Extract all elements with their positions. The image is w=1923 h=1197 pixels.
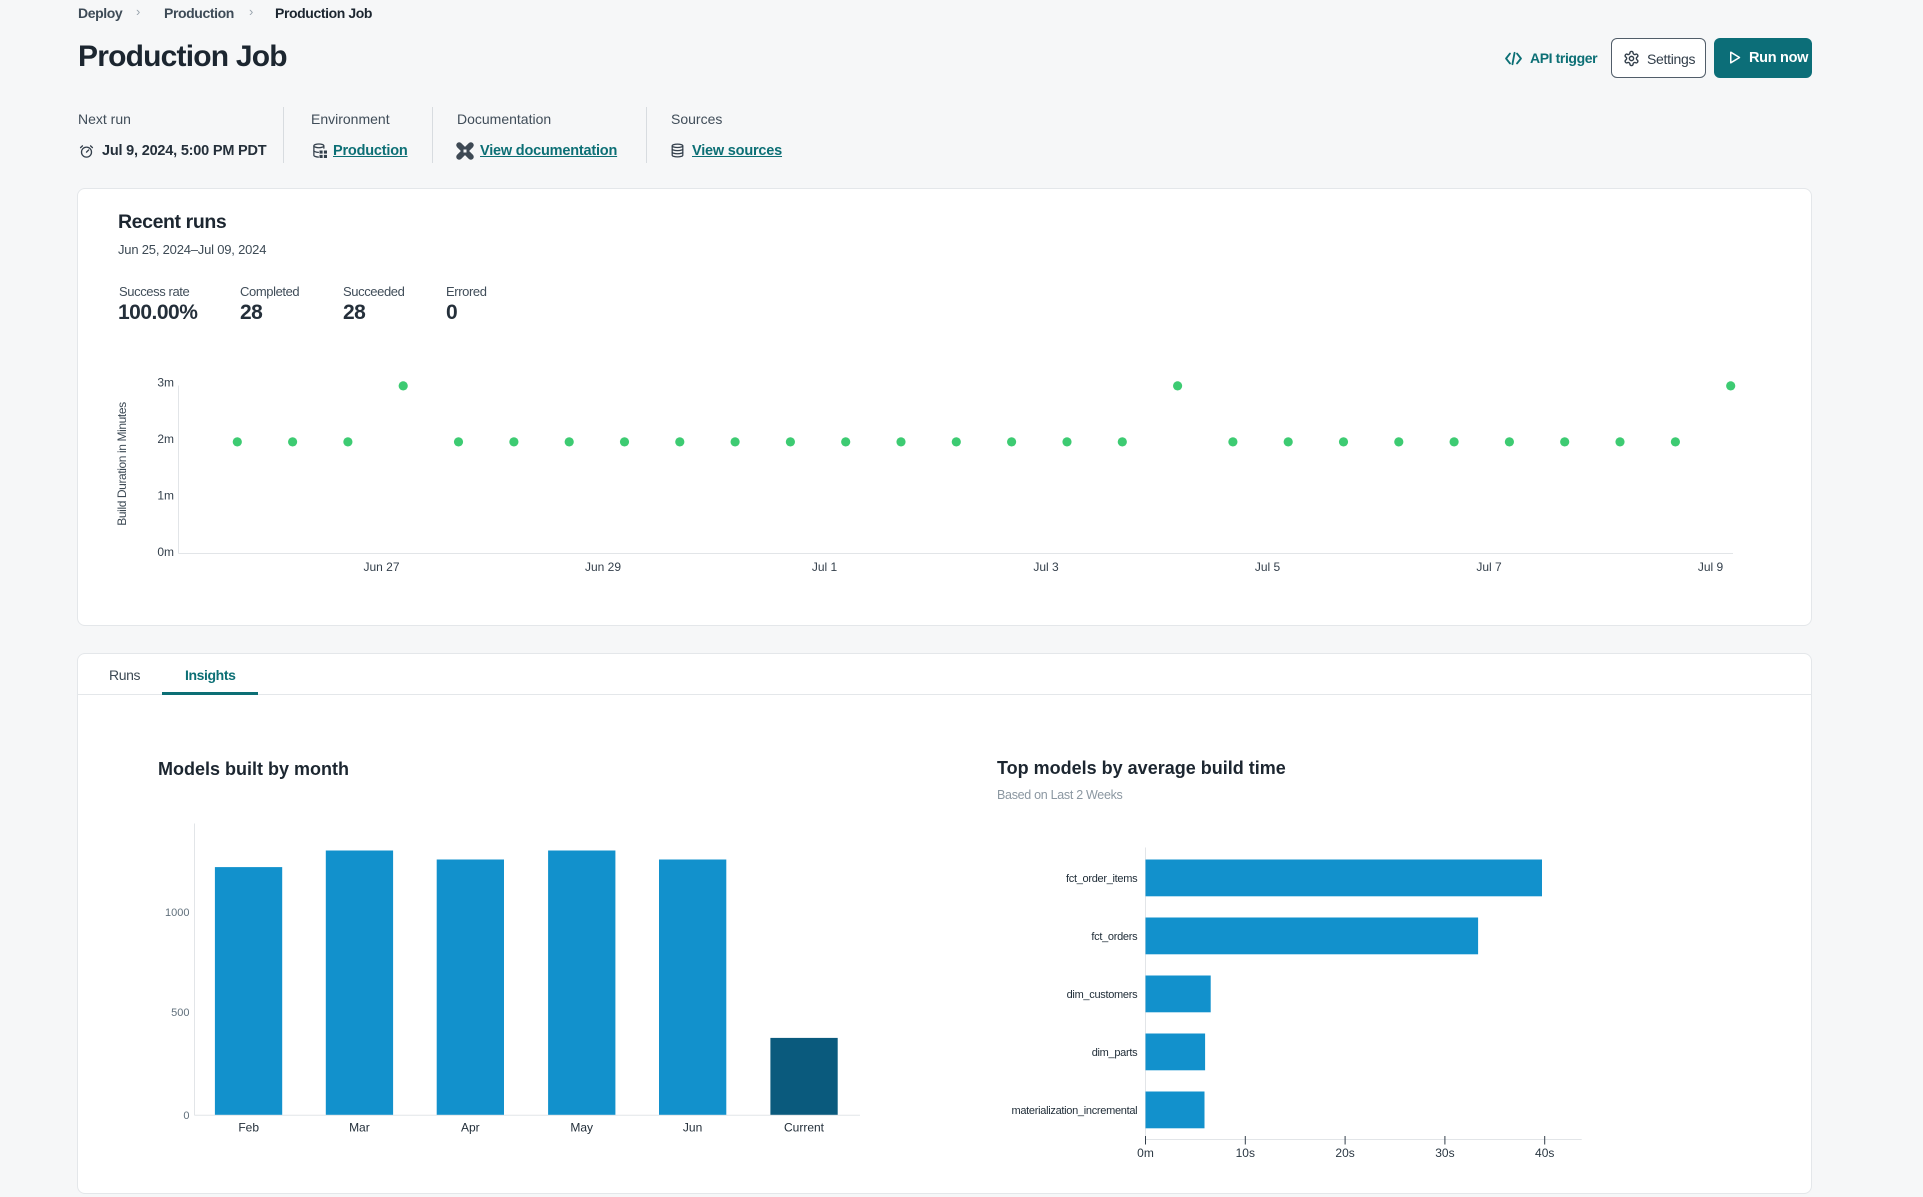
svg-text:Mar: Mar — [349, 1120, 370, 1134]
svg-text:Build Duration in Minutes: Build Duration in Minutes — [115, 402, 129, 526]
svg-text:Jul 3: Jul 3 — [1033, 560, 1059, 574]
svg-text:Jul 9: Jul 9 — [1698, 560, 1724, 574]
svg-text:1000: 1000 — [165, 907, 189, 919]
svg-text:500: 500 — [171, 1007, 189, 1019]
svg-text:Jun 29: Jun 29 — [585, 560, 621, 574]
svg-text:0m: 0m — [157, 545, 174, 559]
svg-text:fct_order_items: fct_order_items — [1066, 873, 1138, 885]
svg-text:Jul 5: Jul 5 — [1255, 560, 1281, 574]
svg-text:30s: 30s — [1435, 1146, 1454, 1160]
svg-text:dim_customers: dim_customers — [1067, 989, 1138, 1001]
svg-text:Current: Current — [784, 1120, 825, 1134]
svg-text:3m: 3m — [157, 375, 174, 389]
svg-text:Apr: Apr — [461, 1120, 480, 1134]
svg-text:2m: 2m — [157, 432, 174, 446]
svg-text:May: May — [570, 1120, 593, 1134]
svg-text:dim_parts: dim_parts — [1092, 1047, 1138, 1059]
svg-text:Jun: Jun — [683, 1120, 702, 1134]
svg-text:Jul 7: Jul 7 — [1476, 560, 1502, 574]
svg-text:0: 0 — [183, 1110, 189, 1122]
svg-text:Jul 1: Jul 1 — [812, 560, 838, 574]
svg-text:10s: 10s — [1236, 1146, 1255, 1160]
svg-text:materialization_incremental: materialization_incremental — [1012, 1105, 1138, 1117]
svg-text:20s: 20s — [1335, 1146, 1354, 1160]
svg-text:40s: 40s — [1535, 1146, 1554, 1160]
svg-text:Jun 27: Jun 27 — [363, 560, 399, 574]
svg-text:fct_orders: fct_orders — [1091, 931, 1138, 943]
svg-text:Feb: Feb — [238, 1120, 259, 1134]
svg-text:0m: 0m — [1137, 1146, 1154, 1160]
svg-text:1m: 1m — [157, 488, 174, 502]
